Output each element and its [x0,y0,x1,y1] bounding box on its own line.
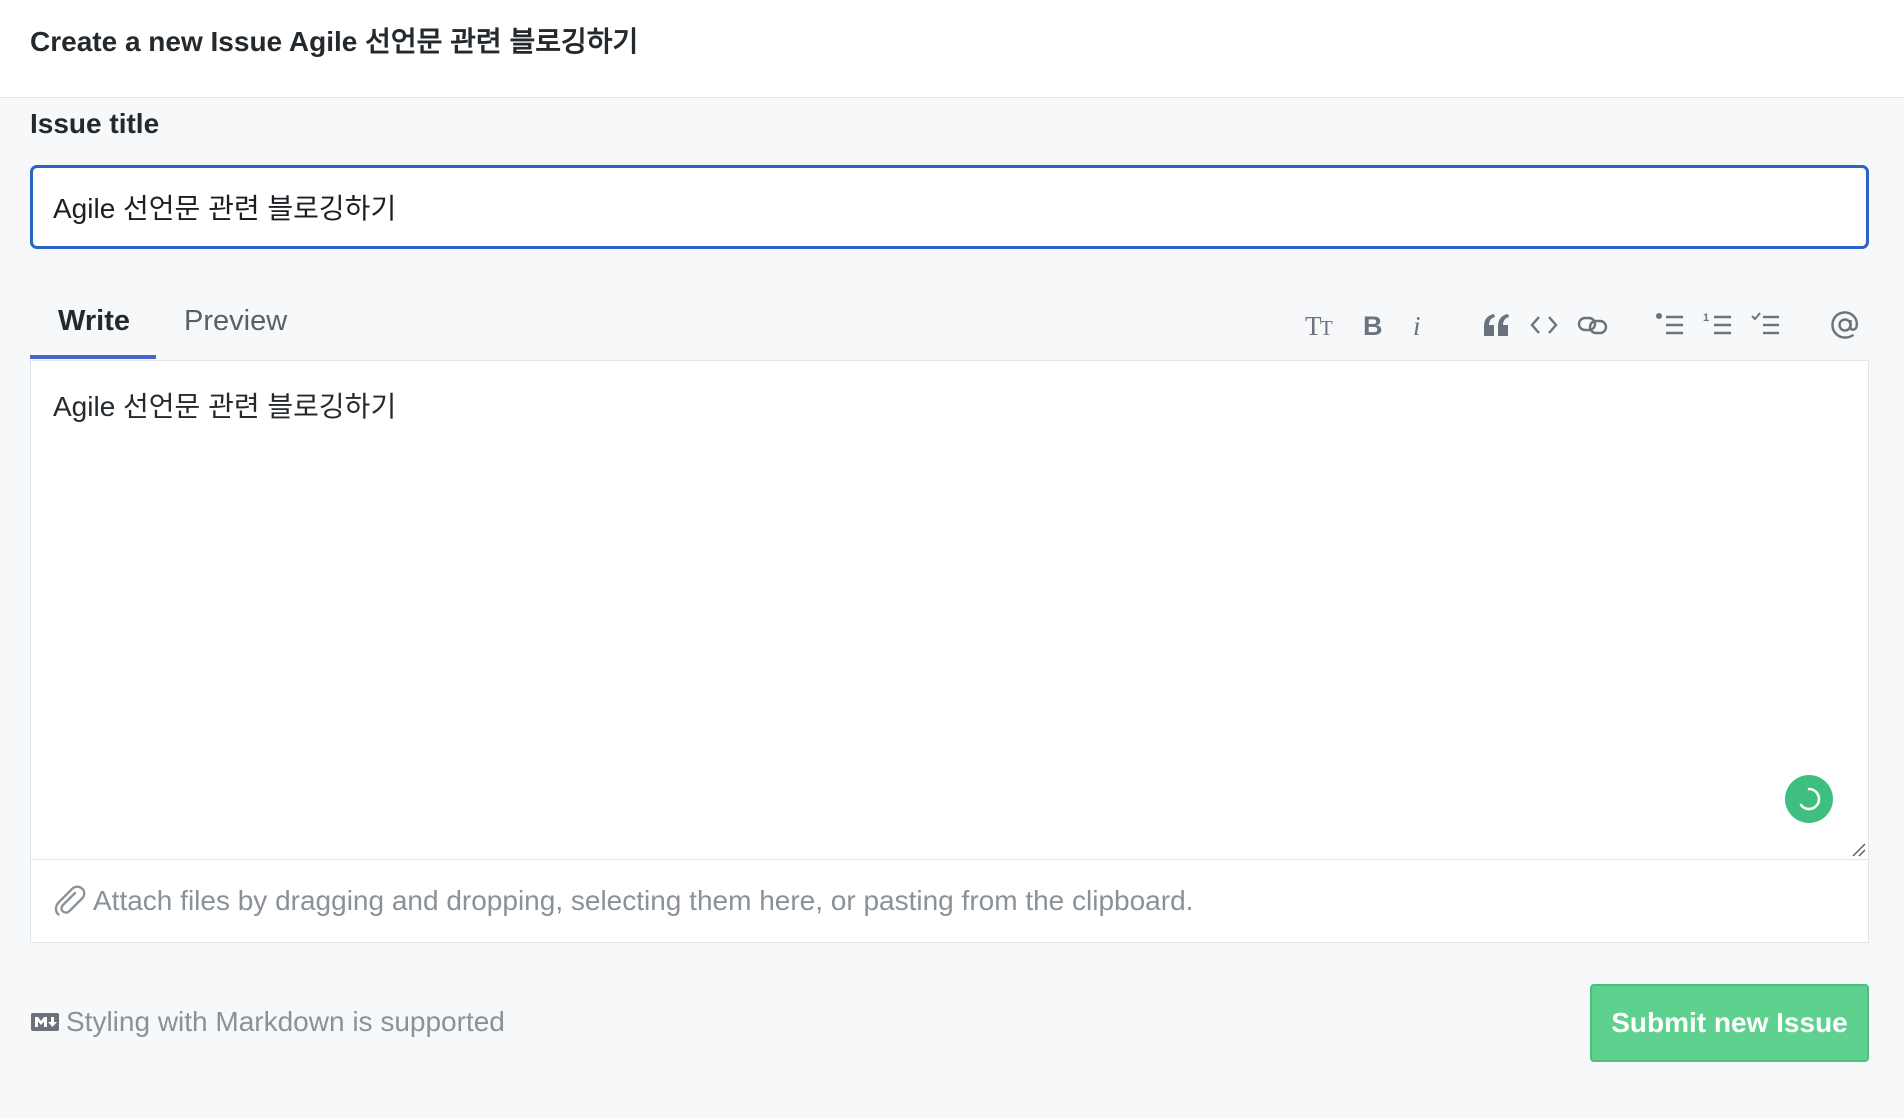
issue-title-input[interactable] [30,165,1869,249]
markdown-hint-text: Styling with Markdown is supported [66,1006,505,1037]
page-title: Create a new Issue Agile 선언문 관련 블로깅하기 [30,26,639,57]
tab-preview[interactable]: Preview [184,305,287,338]
issue-title-label: Issue title [30,108,160,139]
loading-spinner-icon [1785,775,1833,823]
link-icon[interactable] [1574,306,1612,344]
code-icon[interactable] [1525,306,1563,344]
markdown-hint[interactable]: Styling with Markdown is supported [30,1006,505,1038]
svg-text:1: 1 [1703,312,1709,324]
mention-icon[interactable] [1826,306,1864,344]
active-tab-indicator [30,355,156,359]
textarea-content: Agile 선언문 관련 블로깅하기 [53,391,397,422]
attach-files-label: Attach files by dragging and dropping, s… [93,885,1194,916]
comment-textarea[interactable]: Agile 선언문 관련 블로깅하기 [30,360,1869,859]
task-list-icon[interactable] [1748,306,1786,344]
quote-icon[interactable] [1478,306,1516,344]
svg-text:T: T [1320,316,1333,340]
bold-icon[interactable]: B [1353,306,1391,344]
text-size-icon[interactable]: T T [1303,306,1341,344]
page-header: Create a new Issue Agile 선언문 관련 블로깅하기 [0,0,1904,98]
svg-text:i: i [1413,311,1421,340]
italic-icon[interactable]: i [1400,306,1438,344]
resize-handle-icon[interactable] [1850,841,1866,857]
markdown-icon [31,1013,59,1031]
issue-form-page: Create a new Issue Agile 선언문 관련 블로깅하기 Is… [0,0,1904,1118]
tab-write[interactable]: Write [58,305,130,338]
bullet-list-icon[interactable] [1652,306,1690,344]
file-attach-dropzone[interactable]: Attach files by dragging and dropping, s… [30,859,1869,943]
numbered-list-icon[interactable]: 1 [1700,306,1738,344]
svg-text:B: B [1363,311,1383,340]
paperclip-icon [54,885,86,916]
submit-issue-button[interactable]: Submit new Issue [1590,984,1869,1062]
